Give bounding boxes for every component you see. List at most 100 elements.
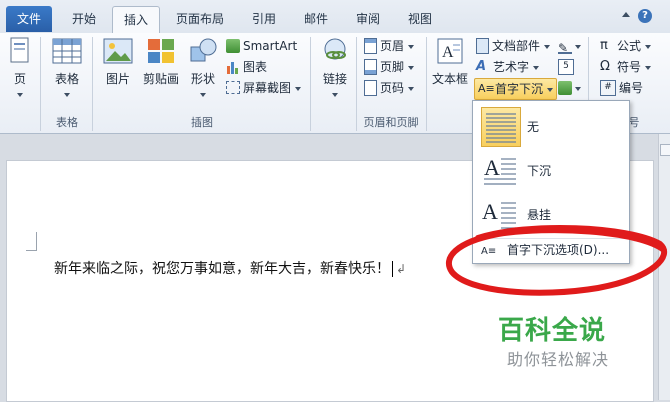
object-button[interactable]: [558, 78, 581, 98]
tab-home[interactable]: 开始: [62, 6, 106, 33]
svg-text:A: A: [442, 44, 454, 61]
minimize-ribbon-icon[interactable]: [622, 12, 630, 17]
screenshot-label: 屏幕截图: [243, 81, 292, 95]
shapes-icon: [190, 38, 217, 62]
footer-label: 页脚: [380, 60, 405, 74]
dropcap-option-dropped-label: 下沉: [527, 164, 552, 178]
chevron-down-icon: [644, 65, 651, 70]
quick-parts-button[interactable]: 文档部件: [476, 36, 550, 56]
picture-button[interactable]: 图片: [100, 37, 136, 87]
table-button[interactable]: 表格: [50, 37, 84, 101]
clipart-button[interactable]: 剪贴画: [140, 37, 182, 87]
wordart-button[interactable]: A 艺术字: [476, 57, 539, 77]
chevron-down-icon: [17, 92, 23, 97]
group-label-illustrations: 插图: [191, 116, 213, 129]
quick-parts-label: 文档部件: [492, 39, 541, 53]
shapes-label: 形状: [190, 72, 215, 86]
chevron-down-icon: [644, 44, 651, 49]
chevron-down-icon: [407, 44, 414, 49]
page-icon: [10, 37, 29, 63]
signature-line-icon: ✎: [558, 38, 572, 55]
wordart-label: 艺术字: [493, 60, 530, 74]
omega-icon: Ω: [600, 58, 610, 74]
dropcap-option-none-label: 无: [527, 120, 540, 134]
paragraph-mark-icon: ↲: [396, 262, 407, 276]
screenshot-button[interactable]: 屏幕截图: [226, 78, 301, 98]
dropcap-button[interactable]: A≡首字下沉: [474, 78, 557, 100]
chevron-down-icon: [575, 44, 581, 49]
table-label: 表格: [54, 72, 79, 86]
group-divider: [310, 37, 311, 131]
tab-view[interactable]: 视图: [400, 6, 440, 33]
chevron-down-icon: [64, 92, 70, 97]
symbol-button[interactable]: Ω 符号: [600, 57, 651, 77]
tab-references[interactable]: 引用: [244, 6, 284, 33]
tab-mailings[interactable]: 邮件: [296, 6, 336, 33]
chevron-down-icon: [332, 92, 338, 97]
red-circle-annotation: [445, 224, 668, 296]
equation-label: 公式: [617, 39, 642, 53]
tab-file[interactable]: 文件: [6, 6, 52, 32]
dropcap-none-icon: [481, 107, 521, 147]
signature-line-button[interactable]: ✎: [558, 36, 581, 56]
header-button[interactable]: 页眉: [364, 36, 414, 56]
document-paragraph: 新年来临之际，祝您万事如意，新年大吉，新春快乐！: [54, 261, 390, 277]
chevron-down-icon: [407, 86, 414, 91]
svg-text:A: A: [484, 155, 500, 180]
smartart-button[interactable]: SmartArt: [226, 36, 297, 56]
page-number-icon: [364, 79, 377, 96]
dropcap-label: 首字下沉: [495, 82, 544, 96]
group-divider: [426, 37, 427, 131]
dropcap-icon: A≡: [478, 81, 495, 95]
chevron-down-icon: [546, 87, 553, 92]
footer-icon: [364, 58, 377, 75]
header-icon: [364, 37, 377, 54]
chevron-down-icon: [294, 86, 301, 91]
tab-review[interactable]: 审阅: [348, 6, 388, 33]
help-icon[interactable]: ?: [638, 9, 652, 23]
pages-label: 页: [13, 72, 26, 86]
shapes-button[interactable]: 形状: [186, 37, 220, 101]
object-icon: [558, 80, 572, 95]
ribbon-tab-bar: 文件 开始 插入 页面布局 引用 邮件 审阅 视图 ?: [0, 0, 670, 35]
page-number-button[interactable]: 页码: [364, 78, 414, 98]
quick-parts-icon: [476, 37, 489, 54]
dropcap-dropped-icon: A: [484, 155, 516, 185]
chevron-down-icon: [200, 92, 206, 97]
numbering-button[interactable]: # 编号: [600, 78, 643, 98]
chart-button[interactable]: 图表: [226, 57, 267, 77]
picture-label: 图片: [105, 72, 130, 86]
links-label: 链接: [322, 72, 347, 86]
screenshot-icon: [226, 81, 240, 94]
dropcap-option-none[interactable]: 无: [477, 105, 625, 147]
dropcap-option-dropped[interactable]: A 下沉: [477, 149, 625, 191]
page-number-label: 页码: [380, 81, 405, 95]
tab-page-layout[interactable]: 页面布局: [168, 6, 232, 33]
ruler-toggle-button[interactable]: [660, 144, 670, 156]
equation-button[interactable]: π 公式: [600, 36, 651, 56]
document-text[interactable]: 新年来临之际，祝您万事如意，新年大吉，新春快乐！ ↲: [54, 258, 406, 278]
links-button[interactable]: 链接: [318, 37, 352, 101]
pi-icon: π: [600, 37, 608, 53]
chevron-down-icon: [543, 44, 550, 49]
pages-button[interactable]: 页: [6, 37, 34, 101]
margin-corner-mark: [26, 232, 37, 251]
watermark-subtitle: 助你轻松解决: [507, 350, 610, 369]
chevron-down-icon: [407, 65, 414, 70]
group-divider: [40, 37, 41, 131]
group-divider: [92, 37, 93, 131]
header-label: 页眉: [380, 39, 405, 53]
footer-button[interactable]: 页脚: [364, 57, 414, 77]
table-icon: [52, 38, 82, 64]
textbox-icon: A: [437, 38, 463, 64]
picture-icon: [103, 38, 133, 64]
tab-insert[interactable]: 插入: [112, 6, 160, 35]
date-time-button[interactable]: 5: [558, 57, 577, 77]
calendar-icon: 5: [558, 58, 574, 75]
clipart-icon: [148, 39, 174, 63]
clipart-label: 剪贴画: [142, 72, 179, 86]
textbox-label: 文本框: [431, 72, 468, 86]
wordart-icon: A: [476, 58, 487, 74]
textbox-button[interactable]: A 文本框: [430, 37, 470, 87]
chevron-down-icon: [532, 65, 539, 70]
